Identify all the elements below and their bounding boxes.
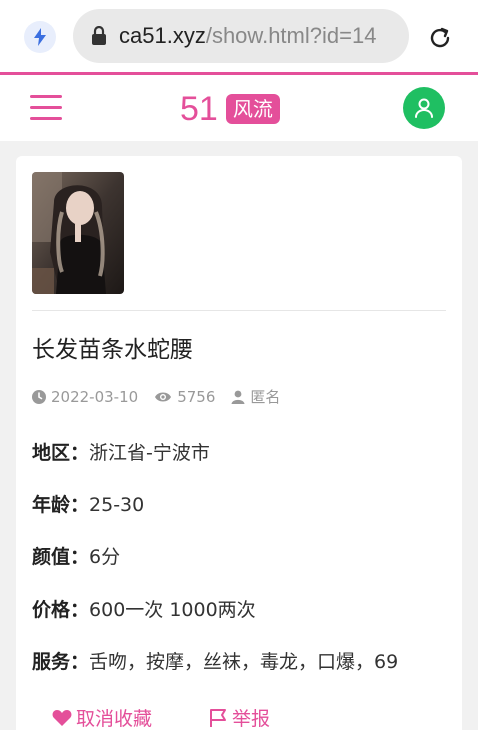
post-date: 2022-03-10 [51,387,139,406]
eye-icon [155,392,172,401]
author-name: 匿名 [250,388,281,406]
field-age: 年龄：25-30 [32,490,144,517]
url-host: ca51.xyz [119,23,206,48]
address-bar[interactable]: ca51.xyz/show.html?id=14 [73,9,409,63]
lock-icon [92,26,106,45]
field-value: 6分 [89,546,121,568]
view-count: 5756 [177,387,216,406]
reload-icon[interactable] [425,23,455,53]
lightning-icon[interactable] [24,21,56,53]
clock-icon [32,389,46,404]
field-services: 服务：舌吻，按摩，丝袜，毒龙，口爆，69 [32,647,398,674]
logo-tag: 风流 [225,94,280,124]
views-meta: 5756 [154,388,215,406]
field-looks: 颜值：6分 [32,542,120,569]
field-value: 浙江省-宁波市 [89,442,210,464]
date-meta: 2022-03-10 [32,388,138,406]
browser-toolbar: ca51.xyz/show.html?id=14 [0,0,478,74]
field-value: 600一次 1000两次 [89,599,256,621]
field-label: 颜值： [32,546,90,568]
report-button[interactable]: 举报 [208,704,270,730]
unfavorite-button[interactable]: 取消收藏 [52,704,152,730]
user-icon[interactable] [403,87,445,129]
unfavorite-label: 取消收藏 [76,708,153,730]
field-label: 年龄： [32,494,90,516]
profile-photo[interactable] [32,172,124,294]
field-label: 服务： [32,651,90,673]
field-label: 价格： [32,599,90,621]
field-region: 地区：浙江省-宁波市 [32,438,210,465]
post-title: 长发苗条水蛇腰 [32,337,193,363]
heart-icon [52,709,72,726]
field-value: 25-30 [89,494,145,516]
author-meta: 匿名 [231,386,280,407]
logo-number: 51 [180,90,218,128]
report-label: 举报 [232,708,271,730]
site-header: 51 风流 [0,75,478,141]
menu-icon[interactable] [30,95,64,123]
person-icon [231,390,245,404]
post-card: 长发苗条水蛇腰 2022-03-10 5756 匿名 地区：浙江省-宁波市 年龄… [16,156,462,730]
url-text: ca51.xyz/show.html?id=14 [119,23,376,49]
field-label: 地区： [32,442,90,464]
post-meta: 2022-03-10 5756 匿名 [32,386,296,407]
post-actions: 取消收藏 举报 [52,704,326,730]
divider [32,310,446,311]
field-value: 舌吻，按摩，丝袜，毒龙，口爆，69 [89,651,399,673]
url-path: /show.html?id=14 [205,23,377,48]
site-logo[interactable]: 51 风流 [180,89,280,129]
flag-icon [210,708,227,727]
field-price: 价格：600一次 1000两次 [32,595,256,622]
